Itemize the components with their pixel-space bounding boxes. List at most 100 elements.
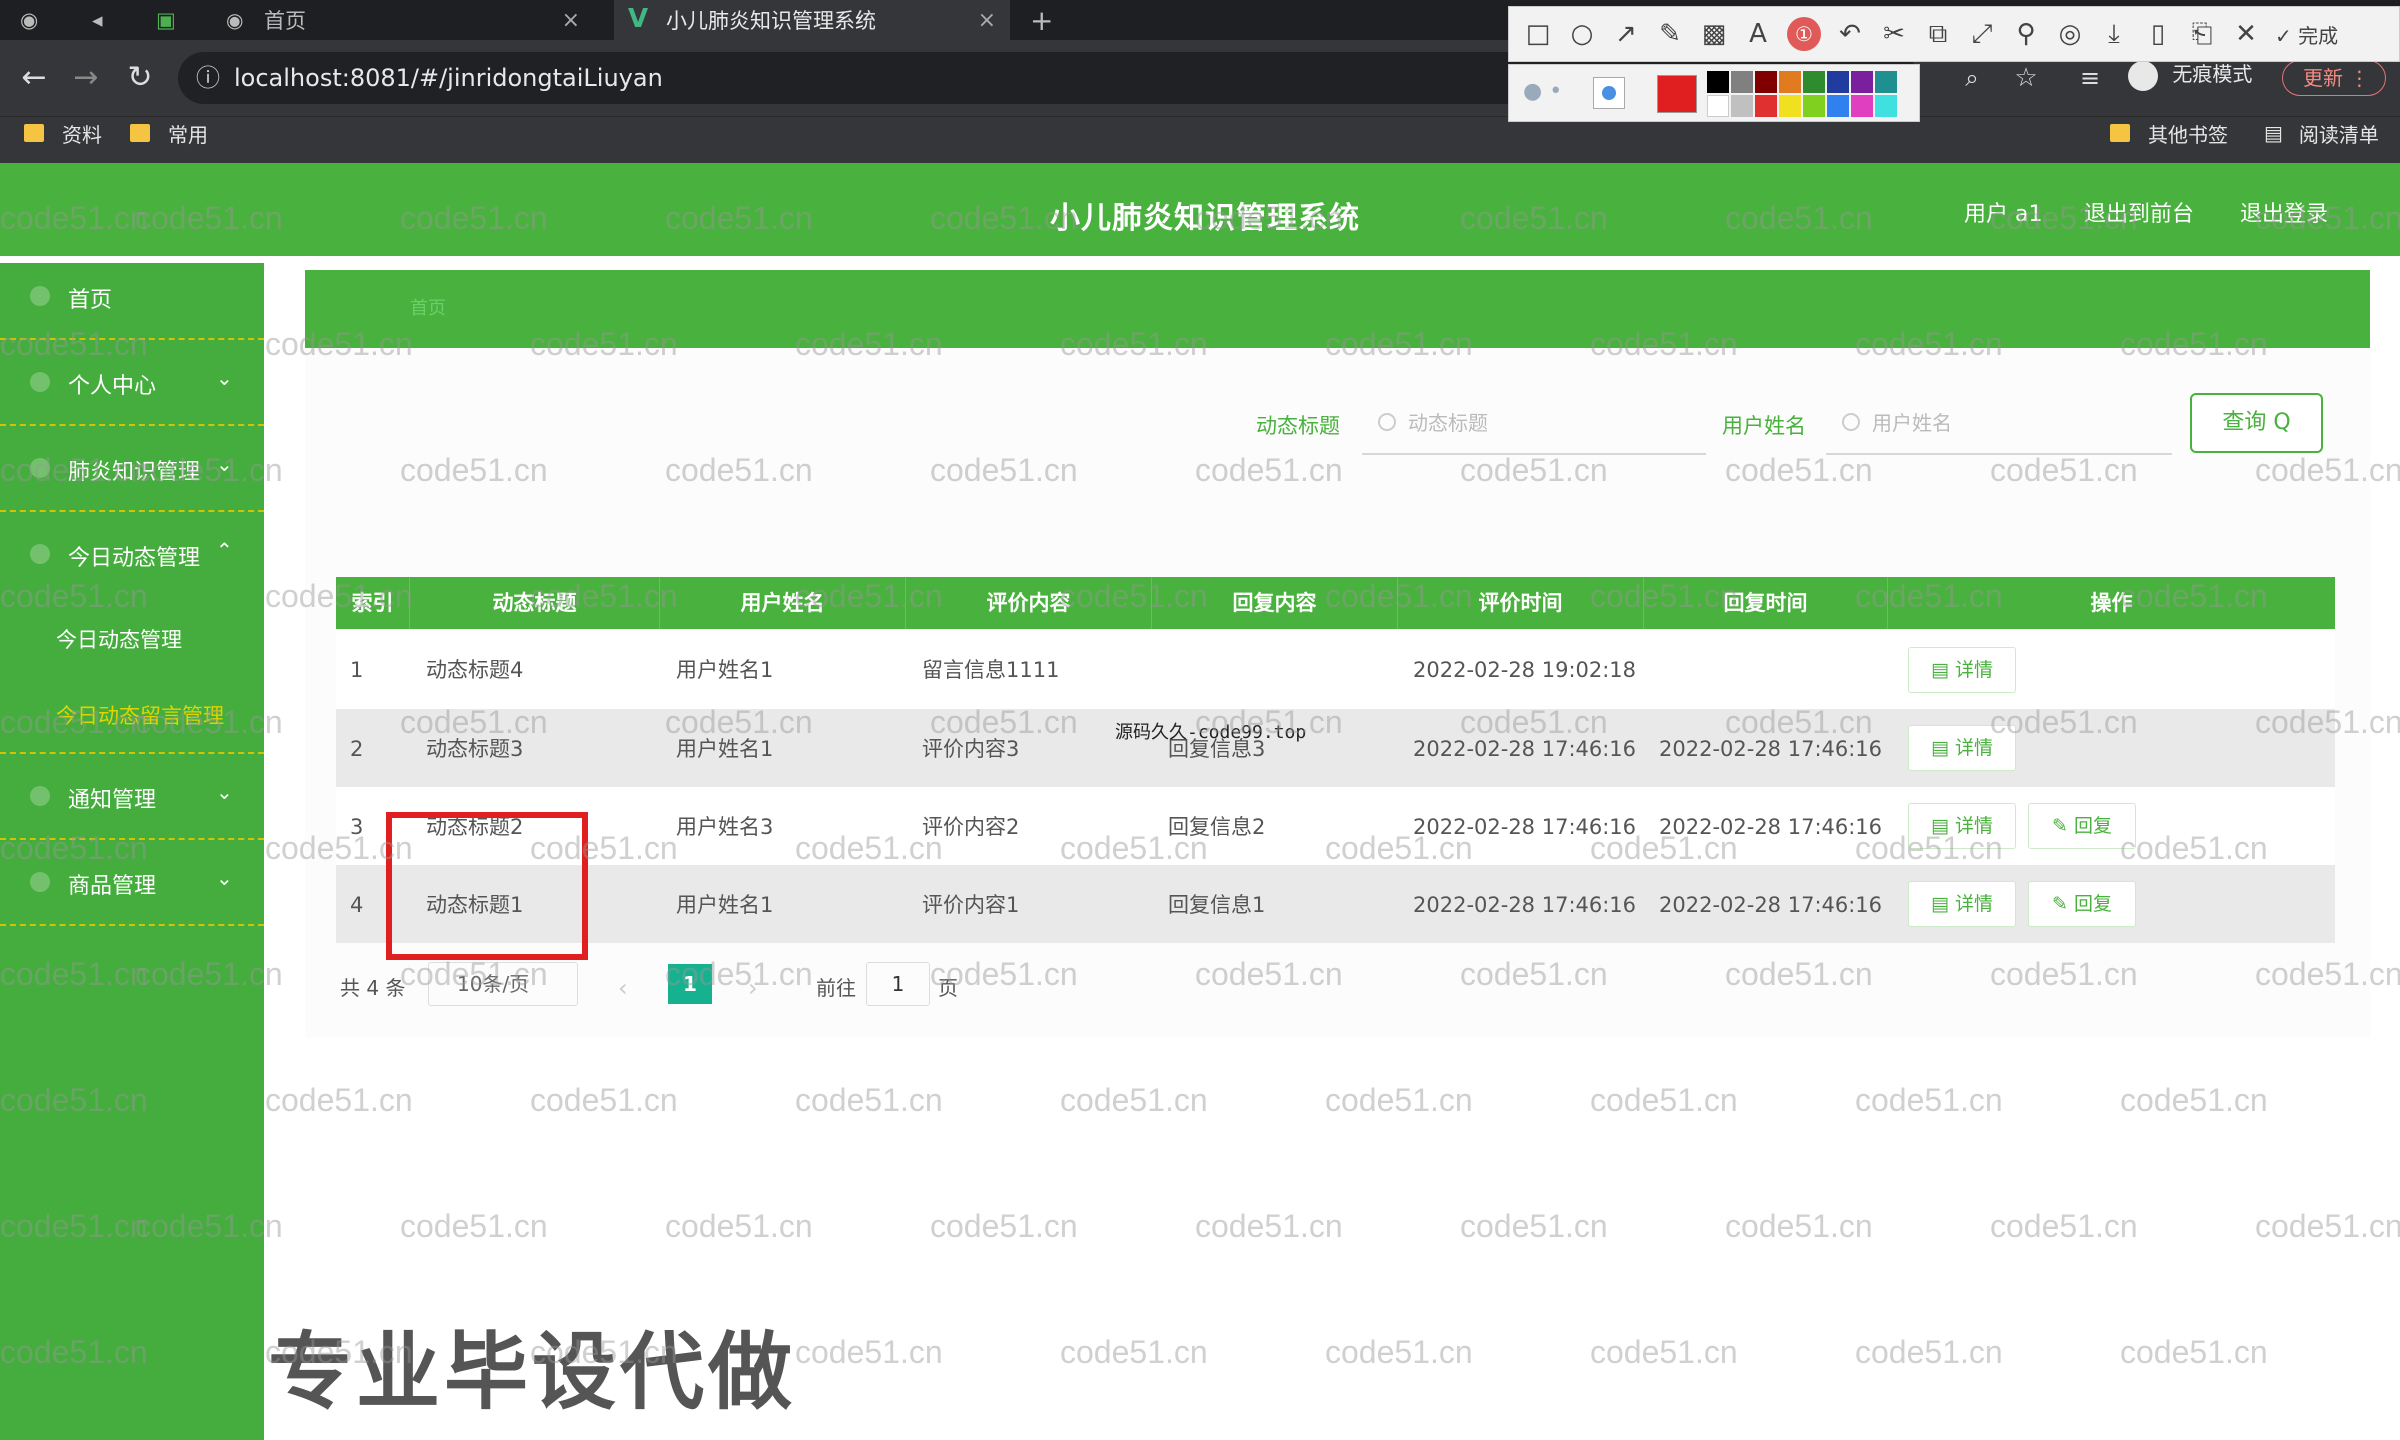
promo-watermark: 专业毕设代做 [268, 1323, 797, 1421]
vue-icon: V [628, 4, 649, 34]
reply-button[interactable]: ✎ 回复 [2028, 803, 2136, 849]
tab-home[interactable]: ◉ 首页 × [214, 0, 594, 40]
forward-icon[interactable]: → [66, 60, 106, 96]
expand-icon[interactable]: ⤢ [1967, 19, 1997, 50]
watermark-text: code51.cn [400, 1208, 548, 1244]
color-swatch[interactable] [1755, 95, 1777, 117]
size-dot-icon[interactable]: ● • [1523, 79, 1562, 104]
detail-button[interactable]: ▤ 详情 [1908, 647, 2016, 693]
cell-user: 用户姓名3 [676, 815, 774, 839]
bookmark-other[interactable]: 其他书签 [2110, 118, 2228, 148]
mosaic-icon[interactable]: ▩ [1699, 19, 1729, 49]
breadcrumb[interactable]: 首页 [410, 294, 446, 320]
color-swatch[interactable] [1851, 95, 1873, 117]
cell-reply-time: 2022-02-28 17:46:16 [1659, 893, 1883, 917]
color-swatch[interactable] [1731, 71, 1753, 93]
color-swatch[interactable] [1827, 95, 1849, 117]
cancel-icon[interactable]: ✕ [2231, 19, 2261, 49]
book-icon [30, 458, 50, 478]
cart-icon [30, 872, 50, 892]
tab-current[interactable]: V 小儿肺炎知识管理系统 × [614, 0, 1010, 40]
goto-page-input[interactable]: 1 [866, 962, 930, 1006]
detail-button[interactable]: ▤ 详情 [1908, 803, 2016, 849]
color-swatch[interactable] [1707, 71, 1729, 93]
prev-page-icon[interactable]: ‹ [618, 968, 628, 1008]
info-icon: ⓘ [196, 64, 220, 92]
circle-icon[interactable]: ○ [1567, 19, 1597, 49]
color-swatch[interactable] [1755, 71, 1777, 93]
close-icon[interactable]: × [978, 8, 996, 33]
back-to-front-link[interactable]: 退出到前台 [2084, 196, 2194, 228]
pen-size-selected[interactable] [1593, 77, 1625, 109]
folder-icon [2110, 124, 2130, 142]
watermark-text: code51.cn [795, 1334, 943, 1370]
new-tab-button[interactable]: + [1030, 0, 1060, 40]
page-current[interactable]: 1 [668, 964, 712, 1004]
logout-link[interactable]: 退出登录 [2240, 196, 2328, 228]
bookmark-reading-list[interactable]: ▤ 阅读清单 [2264, 118, 2379, 148]
phone-icon[interactable]: ▯ [2143, 19, 2173, 49]
color-swatch[interactable] [1779, 95, 1801, 117]
watermark-text: code51.cn [930, 1208, 1078, 1244]
sidebar-item-label: 个人中心 [68, 374, 157, 399]
sidebar-item-notice[interactable]: 通知管理 ⌄ [0, 756, 264, 840]
close-icon[interactable]: × [562, 8, 580, 33]
list-icon: ▤ [2264, 121, 2283, 145]
color-swatch[interactable] [1827, 71, 1849, 93]
text-icon[interactable]: A [1743, 19, 1773, 49]
sidebar-item-knowledge[interactable]: 肺炎知识管理 ⌄ [0, 428, 264, 512]
color-swatch[interactable] [1803, 71, 1825, 93]
cell-time: 2022-02-28 17:46:16 [1413, 815, 1637, 839]
title-search-input[interactable]: 动态标题 [1362, 395, 1706, 455]
sidebar-item-home[interactable]: 首页 [0, 256, 264, 340]
bookmark-changyong[interactable]: 常用 [130, 118, 208, 148]
chevron-down-icon: ⌄ [216, 780, 233, 804]
cell-index: 4 [350, 893, 364, 917]
sidebar-sub-dynamics[interactable]: 今日动态管理 [56, 624, 182, 654]
user-search-input[interactable]: 用户姓名 [1826, 395, 2172, 455]
current-color-swatch[interactable] [1657, 75, 1697, 113]
bookmark-icon[interactable]: ⎗ [2187, 19, 2217, 50]
color-swatch[interactable] [1779, 71, 1801, 93]
color-swatch[interactable] [1803, 95, 1825, 117]
bookmark-ziliao[interactable]: 资料 [24, 118, 102, 148]
sidebar-item-personal[interactable]: 个人中心 ⌄ [0, 342, 264, 426]
color-swatch[interactable] [1875, 71, 1897, 93]
detail-button[interactable]: ▤ 详情 [1908, 725, 2016, 771]
color-swatch[interactable] [1707, 95, 1729, 117]
reload-icon[interactable]: ↻ [120, 60, 160, 96]
back-icon[interactable]: ← [14, 60, 54, 96]
sidebar-item-goods[interactable]: 商品管理 ⌄ [0, 842, 264, 926]
cell-reply-time: 2022-02-28 17:46:16 [1659, 737, 1883, 761]
done-label: 完成 [2298, 23, 2339, 48]
breadcrumb-bar [305, 270, 2370, 348]
cell-content: 评价内容1 [922, 893, 1020, 917]
next-page-icon[interactable]: › [748, 968, 758, 1008]
user-icon [30, 372, 50, 392]
sidebar-item-label: 商品管理 [68, 874, 157, 899]
download-icon[interactable]: ⤓ [2099, 19, 2129, 50]
copy-icon[interactable]: ⧉ [1923, 19, 1953, 50]
cell-content: 评价内容3 [922, 737, 1020, 761]
chevron-down-icon: ⌄ [216, 366, 233, 390]
number-icon[interactable]: ① [1787, 17, 1821, 51]
pin-icon[interactable]: ⚲ [2011, 19, 2041, 49]
pencil-icon[interactable]: ✎ [1655, 19, 1685, 49]
rectangle-icon[interactable]: □ [1523, 19, 1553, 49]
query-button[interactable]: 查询 Q [2190, 393, 2323, 453]
color-swatch[interactable] [1875, 95, 1897, 117]
reply-button[interactable]: ✎ 回复 [2028, 881, 2136, 927]
record-icon[interactable]: ◎ [2055, 19, 2085, 49]
done-button[interactable]: ✓ 完成 [2275, 20, 2338, 49]
detail-button[interactable]: ▤ 详情 [1908, 881, 2016, 927]
sidebar-sub-comments[interactable]: 今日动态留言管理 [56, 700, 224, 730]
red-highlight-box [386, 812, 588, 960]
color-swatch[interactable] [1851, 71, 1873, 93]
color-swatch[interactable] [1731, 95, 1753, 117]
detail-label: 详情 [1954, 659, 1993, 681]
arrow-icon[interactable]: ↗ [1611, 19, 1641, 49]
bookmark-label: 其他书签 [2148, 122, 2228, 147]
undo-icon[interactable]: ↶ [1835, 19, 1865, 49]
page-size-select[interactable]: 10条/页 [428, 962, 578, 1006]
scissors-icon[interactable]: ✂ [1879, 19, 1909, 49]
